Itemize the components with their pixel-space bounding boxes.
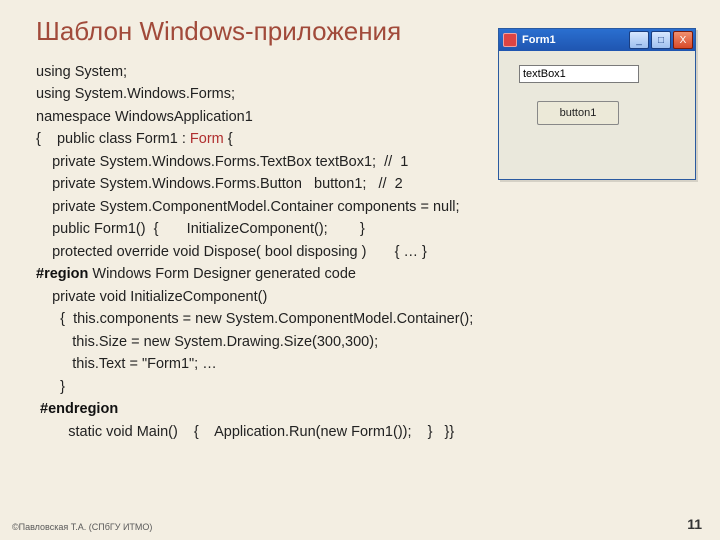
- code-line: private System.Windows.Forms.Button butt…: [36, 176, 403, 192]
- winform-window: Form1 _ □ X button1: [498, 28, 696, 180]
- code-line: { public class Form1 : Form {: [36, 131, 233, 147]
- maximize-button[interactable]: □: [651, 31, 671, 49]
- winform-title: Form1: [522, 34, 627, 46]
- code-line: private System.Windows.Forms.TextBox tex…: [36, 154, 408, 170]
- textbox1-input[interactable]: [519, 65, 639, 83]
- code-line: { this.components = new System.Component…: [36, 311, 473, 327]
- keyword-region: #region: [36, 266, 88, 282]
- button1[interactable]: button1: [537, 101, 619, 125]
- code-line: protected override void Dispose( bool di…: [36, 244, 427, 260]
- keyword-endregion: #endregion: [36, 401, 118, 417]
- code-line: }: [36, 379, 65, 395]
- code-line: private void InitializeComponent(): [36, 289, 267, 305]
- minimize-button[interactable]: _: [629, 31, 649, 49]
- close-icon: X: [680, 35, 687, 46]
- page-number: 11: [687, 516, 702, 532]
- winform-client: button1: [499, 51, 695, 179]
- code-line: using System.Windows.Forms;: [36, 86, 235, 102]
- code-line: namespace WindowsApplication1: [36, 109, 253, 125]
- code-line: #region Windows Form Designer generated …: [36, 266, 356, 282]
- winform-titlebar[interactable]: Form1 _ □ X: [499, 29, 695, 51]
- code-line: this.Size = new System.Drawing.Size(300,…: [36, 334, 378, 350]
- code-line: private System.ComponentModel.Container …: [36, 199, 460, 215]
- close-button[interactable]: X: [673, 31, 693, 49]
- maximize-icon: □: [658, 35, 664, 46]
- app-icon: [503, 33, 517, 47]
- footer-copyright: ©Павловская Т.А. (СПбГУ ИТМО): [12, 522, 152, 532]
- code-line: using System;: [36, 64, 127, 80]
- code-line: this.Text = "Form1"; …: [36, 356, 217, 372]
- code-line: static void Main() { Application.Run(new…: [36, 424, 454, 440]
- minimize-icon: _: [636, 35, 642, 46]
- slide: Шаблон Windows-приложения using System; …: [0, 0, 720, 540]
- code-line: public Form1() { InitializeComponent(); …: [36, 221, 365, 237]
- keyword-form: Form: [190, 131, 224, 147]
